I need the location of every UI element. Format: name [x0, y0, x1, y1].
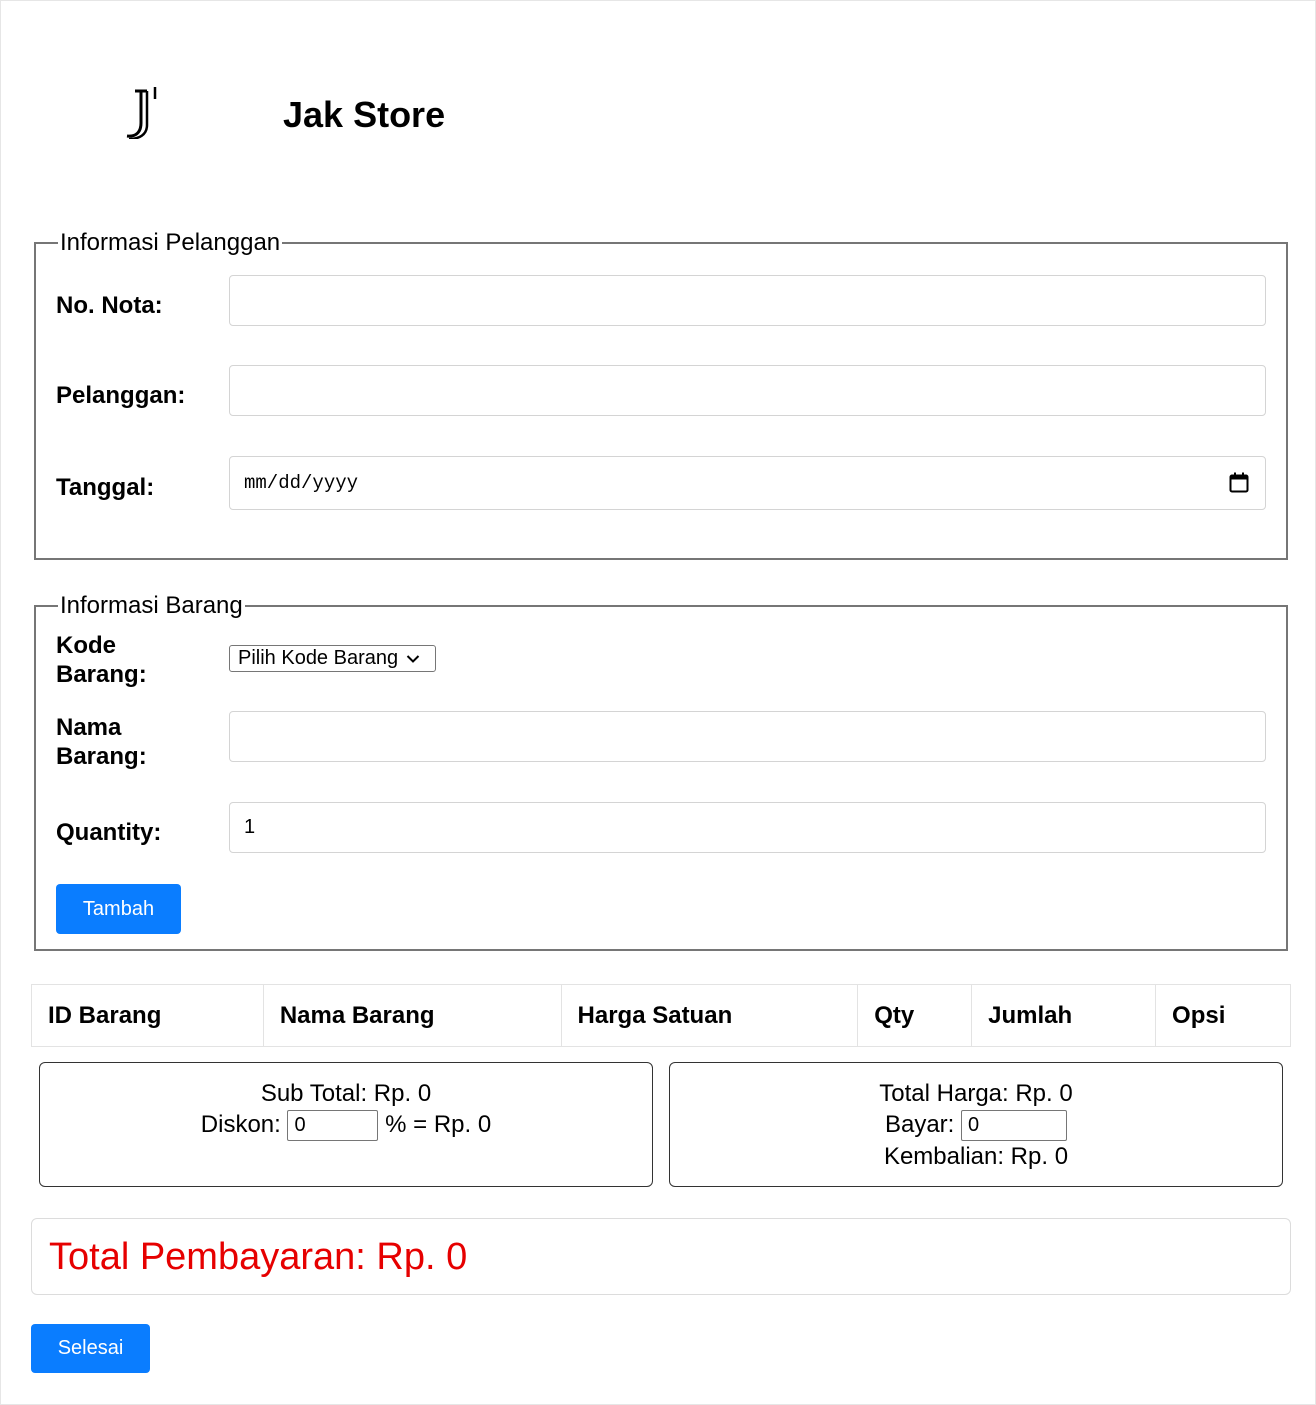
- nama-barang-input[interactable]: [229, 711, 1266, 762]
- bayar-label: Bayar:: [884, 1111, 955, 1138]
- brand-title: Jak Store: [283, 94, 446, 135]
- tanggal-date-input[interactable]: mm/dd/yyyy: [229, 456, 1266, 510]
- tanggal-label: Tanggal:: [56, 474, 155, 501]
- payment-box: Total Harga: Rp. 0 Bayar: Kembalian: Rp.…: [669, 1062, 1283, 1187]
- total-pembayaran-text: Total Pembayaran: Rp. 0: [49, 1236, 468, 1278]
- diskon-label: Diskon:: [200, 1111, 281, 1138]
- quantity-label: Quantity:: [56, 819, 162, 846]
- selesai-button[interactable]: Selesai: [31, 1324, 150, 1373]
- quantity-input[interactable]: [229, 802, 1266, 853]
- tanggal-placeholder: mm/dd/yyyy: [244, 472, 359, 494]
- subtotal-text: Sub Total: Rp. 0: [260, 1080, 432, 1107]
- customer-info-legend: Informasi Pelanggan: [60, 229, 281, 256]
- diskon-input[interactable]: [287, 1110, 379, 1142]
- item-info-fieldset: Informasi Barang: [34, 592, 1288, 951]
- nama-label-line1: Nama: [56, 714, 122, 741]
- kode-barang-label: Kode Barang:: [56, 631, 206, 689]
- th-opsi: Opsi: [1155, 984, 1291, 1047]
- th-jumlah: Jumlah: [971, 984, 1157, 1047]
- tambah-button[interactable]: Tambah: [56, 884, 181, 934]
- chevron-down-icon: [406, 654, 420, 663]
- kembalian-text: Kembalian: Rp. 0: [883, 1143, 1069, 1171]
- nota-label: No. Nota:: [56, 292, 163, 319]
- kode-label-line1: Kode: [56, 632, 116, 659]
- th-id-barang: ID Barang: [31, 984, 264, 1047]
- pelanggan-input[interactable]: [229, 365, 1266, 416]
- table-header-row: ID Barang Nama Barang Harga Satuan Qty J…: [31, 984, 1291, 1047]
- th-nama-barang: Nama Barang: [262, 984, 562, 1047]
- jak-logo-icon: [126, 87, 157, 139]
- diskon-row: Diskon: % = Rp. 0: [40, 1109, 652, 1142]
- bayar-input[interactable]: [961, 1110, 1068, 1142]
- pelanggan-label: Pelanggan:: [56, 382, 186, 409]
- calendar-icon[interactable]: [1229, 472, 1249, 493]
- page-frame: Jak Store Informasi Pelanggan No. Nota: …: [0, 0, 1316, 1405]
- total-pembayaran-box: Total Pembayaran: Rp. 0: [31, 1218, 1291, 1295]
- kode-barang-select[interactable]: Pilih Kode Barang: [229, 645, 436, 672]
- nama-barang-label: Nama Barang:: [56, 713, 206, 771]
- total-harga-text: Total Harga: Rp. 0: [879, 1080, 1073, 1107]
- th-qty: Qty: [857, 984, 973, 1047]
- th-harga-satuan: Harga Satuan: [560, 984, 859, 1047]
- nama-label-line2: Barang:: [56, 743, 147, 770]
- diskon-result: % = Rp. 0: [385, 1111, 492, 1138]
- bayar-row: Bayar:: [670, 1109, 1282, 1142]
- kode-select-value: Pilih Kode Barang: [238, 647, 399, 669]
- subtotal-box: Sub Total: Rp. 0 Diskon: % = Rp. 0: [39, 1062, 653, 1187]
- items-table: ID Barang Nama Barang Harga Satuan Qty J…: [31, 984, 1291, 1047]
- item-info-legend: Informasi Barang: [60, 592, 243, 619]
- nota-input[interactable]: [229, 275, 1266, 326]
- kode-label-line2: Barang:: [56, 661, 147, 688]
